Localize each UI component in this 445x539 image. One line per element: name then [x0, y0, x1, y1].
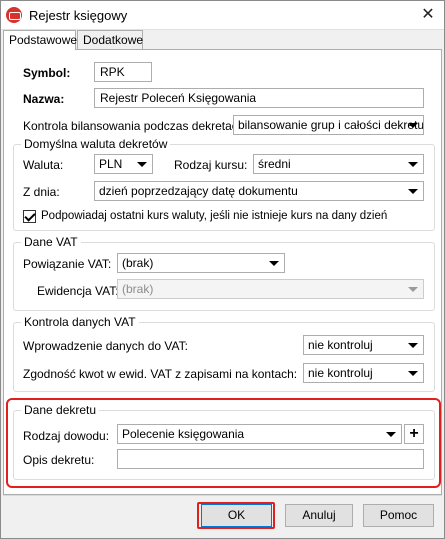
powiazanie-vat-label: Powiązanie VAT: — [23, 257, 112, 271]
rodzaj-dowodu-label: Rodzaj dowodu: — [23, 429, 110, 443]
wprowadzenie-vat-select[interactable]: nie kontroluj — [303, 335, 424, 355]
waluta-select[interactable]: PLN — [94, 154, 153, 174]
chevron-down-icon — [408, 123, 418, 128]
zgodnosc-kwot-value: nie kontroluj — [308, 366, 373, 380]
ewidencja-vat-select[interactable]: (brak) — [117, 279, 424, 299]
symbol-label: Symbol: — [23, 66, 71, 80]
tab-podstawowe[interactable]: Podstawowe — [3, 30, 77, 50]
wprowadzenie-vat-value: nie kontroluj — [308, 338, 373, 352]
wprowadzenie-vat-label: Wprowadzenie danych do VAT: — [23, 339, 188, 353]
zgodnosc-kwot-select[interactable]: nie kontroluj — [303, 363, 424, 383]
ok-button[interactable]: OK — [201, 504, 272, 527]
kontrola-bilansowania-label: Kontrola bilansowania podczas dekretacji… — [23, 119, 247, 133]
tab-dodatkowe[interactable]: Dodatkowe — [77, 30, 143, 49]
podpowiadaj-kurs-label: Podpowiadaj ostatni kurs waluty, jeśli n… — [41, 210, 388, 222]
opis-dekretu-field[interactable] — [117, 449, 424, 469]
chevron-down-icon — [386, 432, 396, 437]
powiazanie-vat-select[interactable]: (brak) — [117, 253, 285, 273]
app-logo-icon — [6, 7, 22, 23]
chevron-down-icon — [269, 261, 279, 266]
title-bar: Rejestr księgowy ✕ — [1, 1, 444, 30]
z-dnia-select[interactable]: dzień poprzedzający datę dokumentu — [94, 181, 424, 201]
rodzaj-dowodu-value: Polecenie księgowania — [122, 427, 245, 441]
rodzaj-kursu-value: średni — [258, 157, 291, 171]
chevron-down-icon — [408, 371, 418, 376]
nazwa-label: Nazwa: — [23, 92, 65, 106]
rodzaj-kursu-select[interactable]: średni — [253, 154, 424, 174]
rodzaj-kursu-label: Rodzaj kursu: — [174, 158, 248, 172]
chevron-down-icon — [408, 287, 418, 292]
kontrola-bilansowania-value: bilansowanie grup i całości dekretu — [238, 118, 424, 132]
waluta-label: Waluta: — [23, 158, 64, 172]
waluta-value: PLN — [99, 157, 123, 171]
podpowiadaj-kurs-checkbox[interactable] — [23, 210, 36, 223]
z-dnia-value: dzień poprzedzający datę dokumentu — [99, 184, 298, 198]
kontrola-vat-group-title: Kontrola danych VAT — [21, 315, 139, 329]
opis-dekretu-label: Opis dekretu: — [23, 453, 95, 467]
help-button[interactable]: Pomoc — [363, 504, 434, 527]
chevron-down-icon — [408, 189, 418, 194]
bottom-separator — [3, 495, 442, 496]
zgodnosc-kwot-label: Zgodność kwot w ewid. VAT z zapisami na … — [23, 367, 298, 381]
ewidencja-vat-value: (brak) — [122, 282, 154, 296]
symbol-field[interactable]: RPK — [94, 62, 152, 82]
vat-group-title: Dane VAT — [21, 235, 81, 249]
add-rodzaj-dowodu-button[interactable]: + — [404, 424, 424, 444]
close-button[interactable]: ✕ — [416, 4, 440, 26]
powiazanie-vat-value: (brak) — [122, 256, 154, 270]
chevron-down-icon — [137, 162, 147, 167]
kontrola-bilansowania-select[interactable]: bilansowanie grup i całości dekretu — [233, 115, 424, 135]
dane-dekretu-group — [13, 410, 435, 480]
chevron-down-icon — [408, 162, 418, 167]
z-dnia-label: Z dnia: — [23, 185, 60, 199]
nazwa-field[interactable]: Rejestr Poleceń Księgowania — [94, 88, 424, 108]
dane-dekretu-group-title: Dane dekretu — [21, 403, 100, 417]
window-title: Rejestr księgowy — [29, 8, 128, 23]
waluta-group-title: Domyślna waluta dekretów — [21, 137, 171, 151]
ewidencja-vat-label: Ewidencja VAT: — [37, 284, 119, 298]
dialog-window: Rejestr księgowy ✕ Podstawowe Dodatkowe … — [0, 0, 445, 539]
chevron-down-icon — [408, 343, 418, 348]
rodzaj-dowodu-select[interactable]: Polecenie księgowania — [117, 424, 402, 444]
cancel-button[interactable]: Anuluj — [285, 504, 353, 527]
